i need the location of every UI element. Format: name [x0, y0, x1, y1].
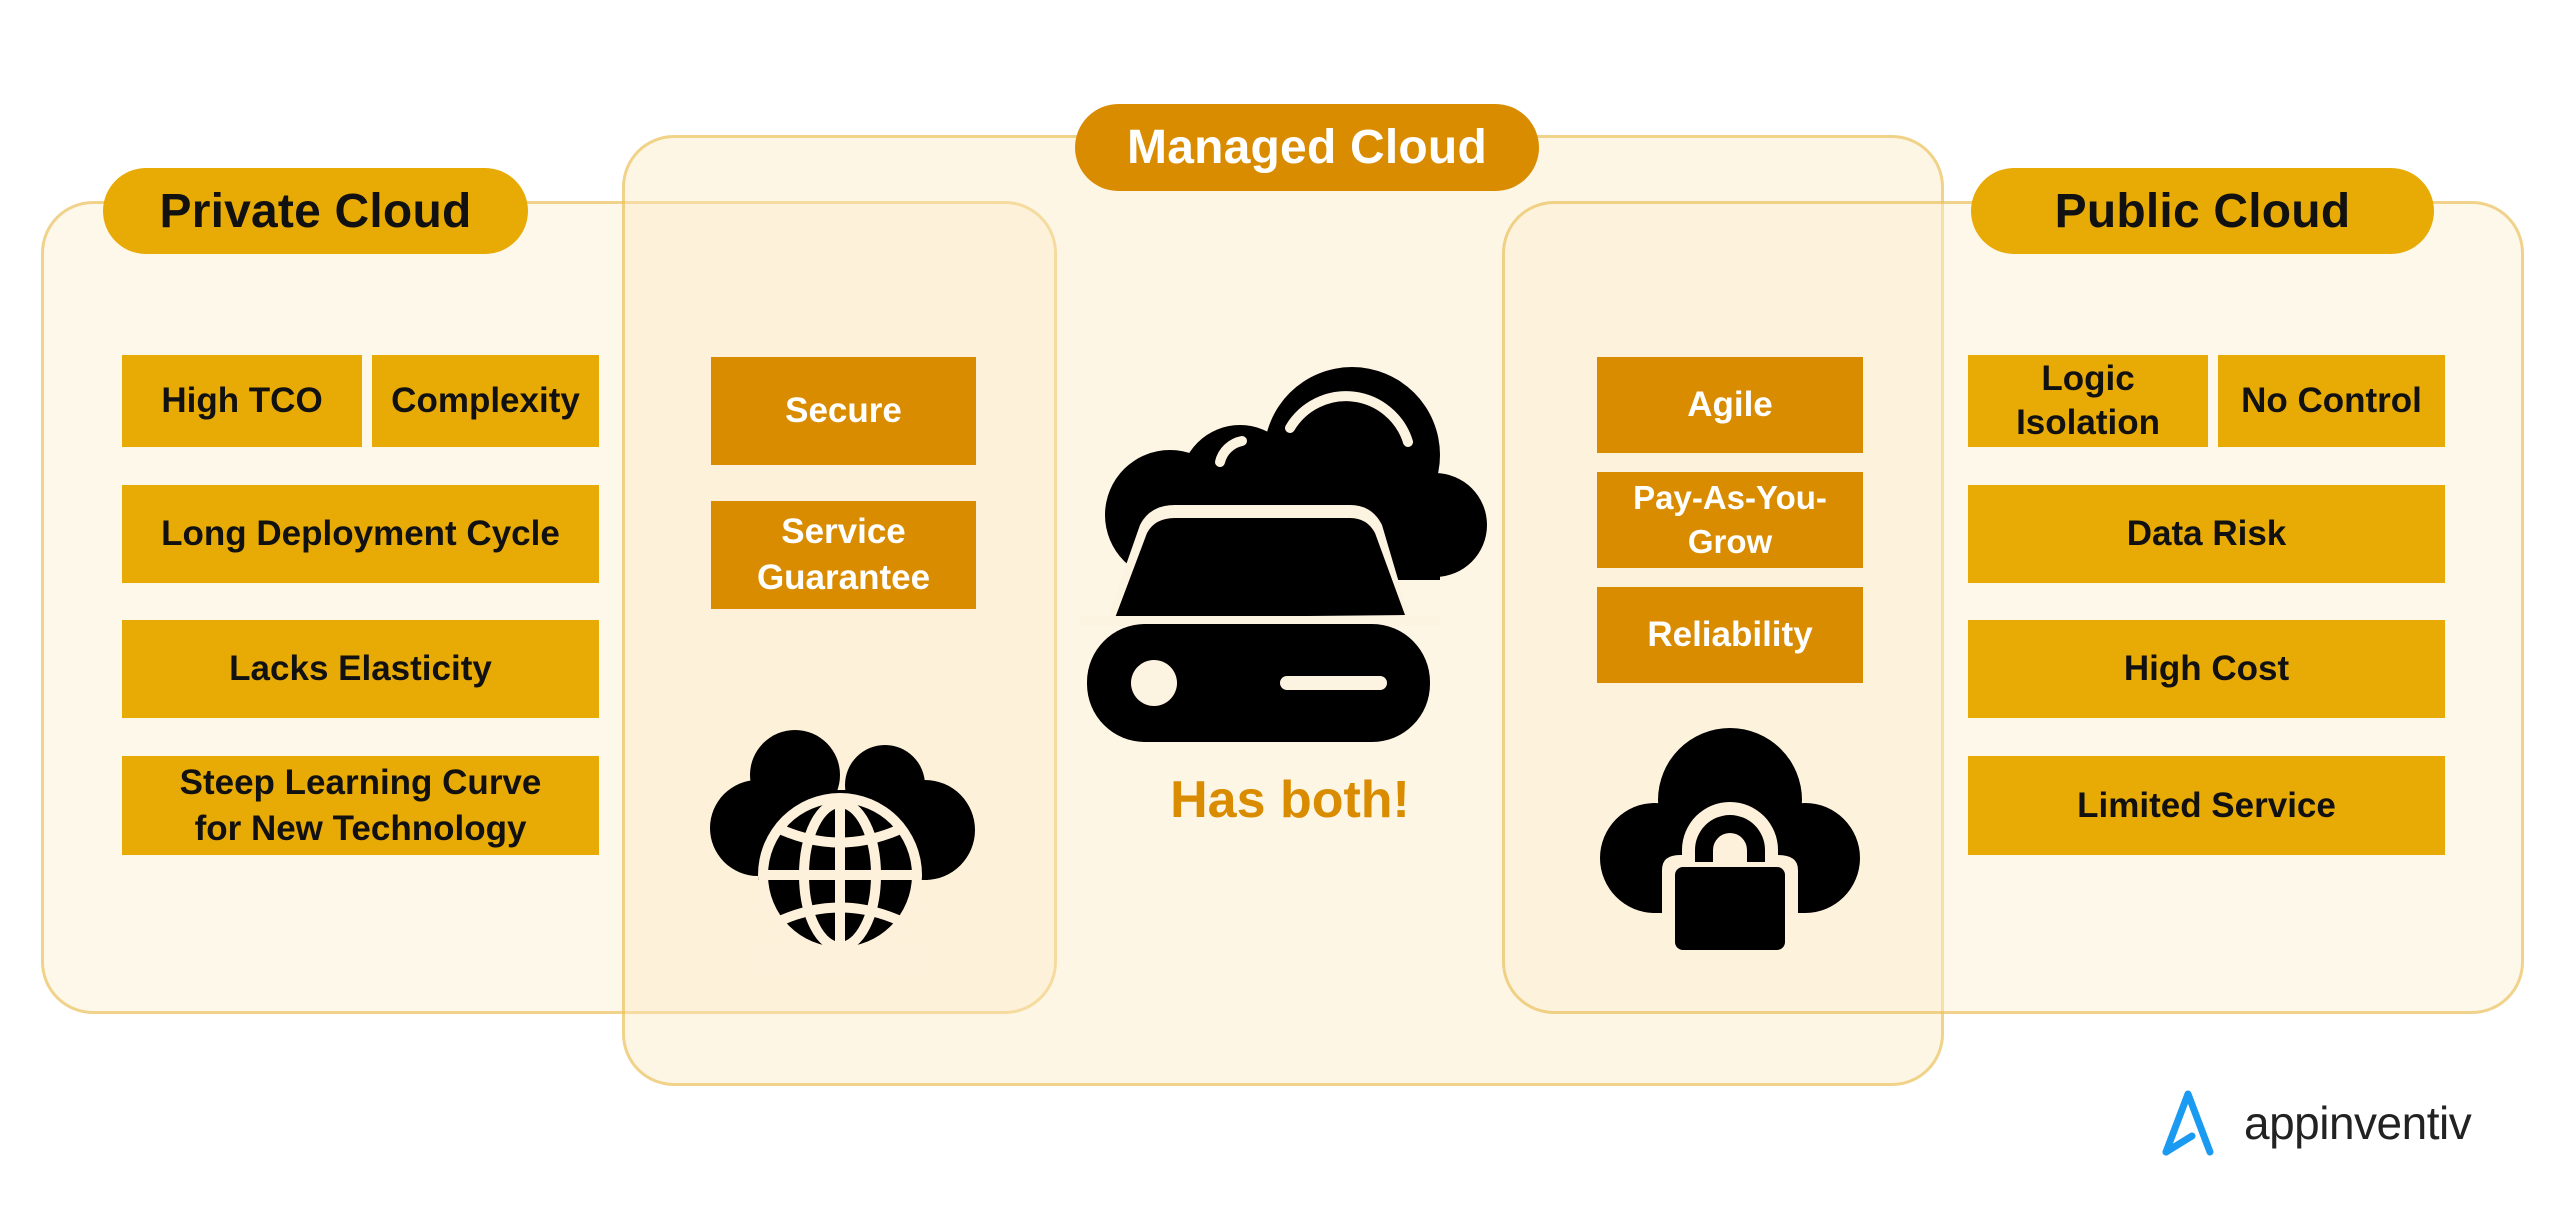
cloud-lock-icon	[1600, 728, 1860, 950]
private-con-lacks-elasticity: Lacks Elasticity	[122, 620, 599, 718]
appinventiv-logo[interactable]: appinventiv	[2160, 1086, 2472, 1160]
public-con-data-risk: Data Risk	[1968, 485, 2445, 583]
appinventiv-a-logo-icon	[2162, 1090, 2214, 1156]
public-cloud-title: Public Cloud	[1971, 168, 2434, 254]
private-con-complexity: Complexity	[372, 355, 599, 447]
managed-pro-service-guarantee: Service Guarantee	[711, 501, 976, 609]
public-con-high-cost: High Cost	[1968, 620, 2445, 718]
managed-pro-secure: Secure	[711, 357, 976, 465]
cloud-storage-drive-icon	[1080, 367, 1487, 742]
managed-pro-pay-as-you-grow: Pay-As-You-Grow	[1597, 472, 1863, 568]
private-con-long-deployment: Long Deployment Cycle	[122, 485, 599, 583]
private-con-high-tco: High TCO	[122, 355, 362, 447]
logo-text: appinventiv	[2244, 1097, 2472, 1149]
managed-pro-agile: Agile	[1597, 357, 1863, 453]
public-con-limited-service: Limited Service	[1968, 756, 2445, 855]
cloud-globe-icon	[710, 730, 975, 970]
private-con-steep-learning: Steep Learning Curve for New Technology	[122, 756, 599, 855]
public-con-logic-isolation: Logic Isolation	[1968, 355, 2208, 447]
has-both-caption: Has both!	[1170, 771, 1410, 829]
public-con-no-control: No Control	[2218, 355, 2445, 447]
managed-pro-reliability: Reliability	[1597, 587, 1863, 683]
managed-cloud-title: Managed Cloud	[1075, 104, 1539, 191]
private-cloud-title: Private Cloud	[103, 168, 528, 254]
